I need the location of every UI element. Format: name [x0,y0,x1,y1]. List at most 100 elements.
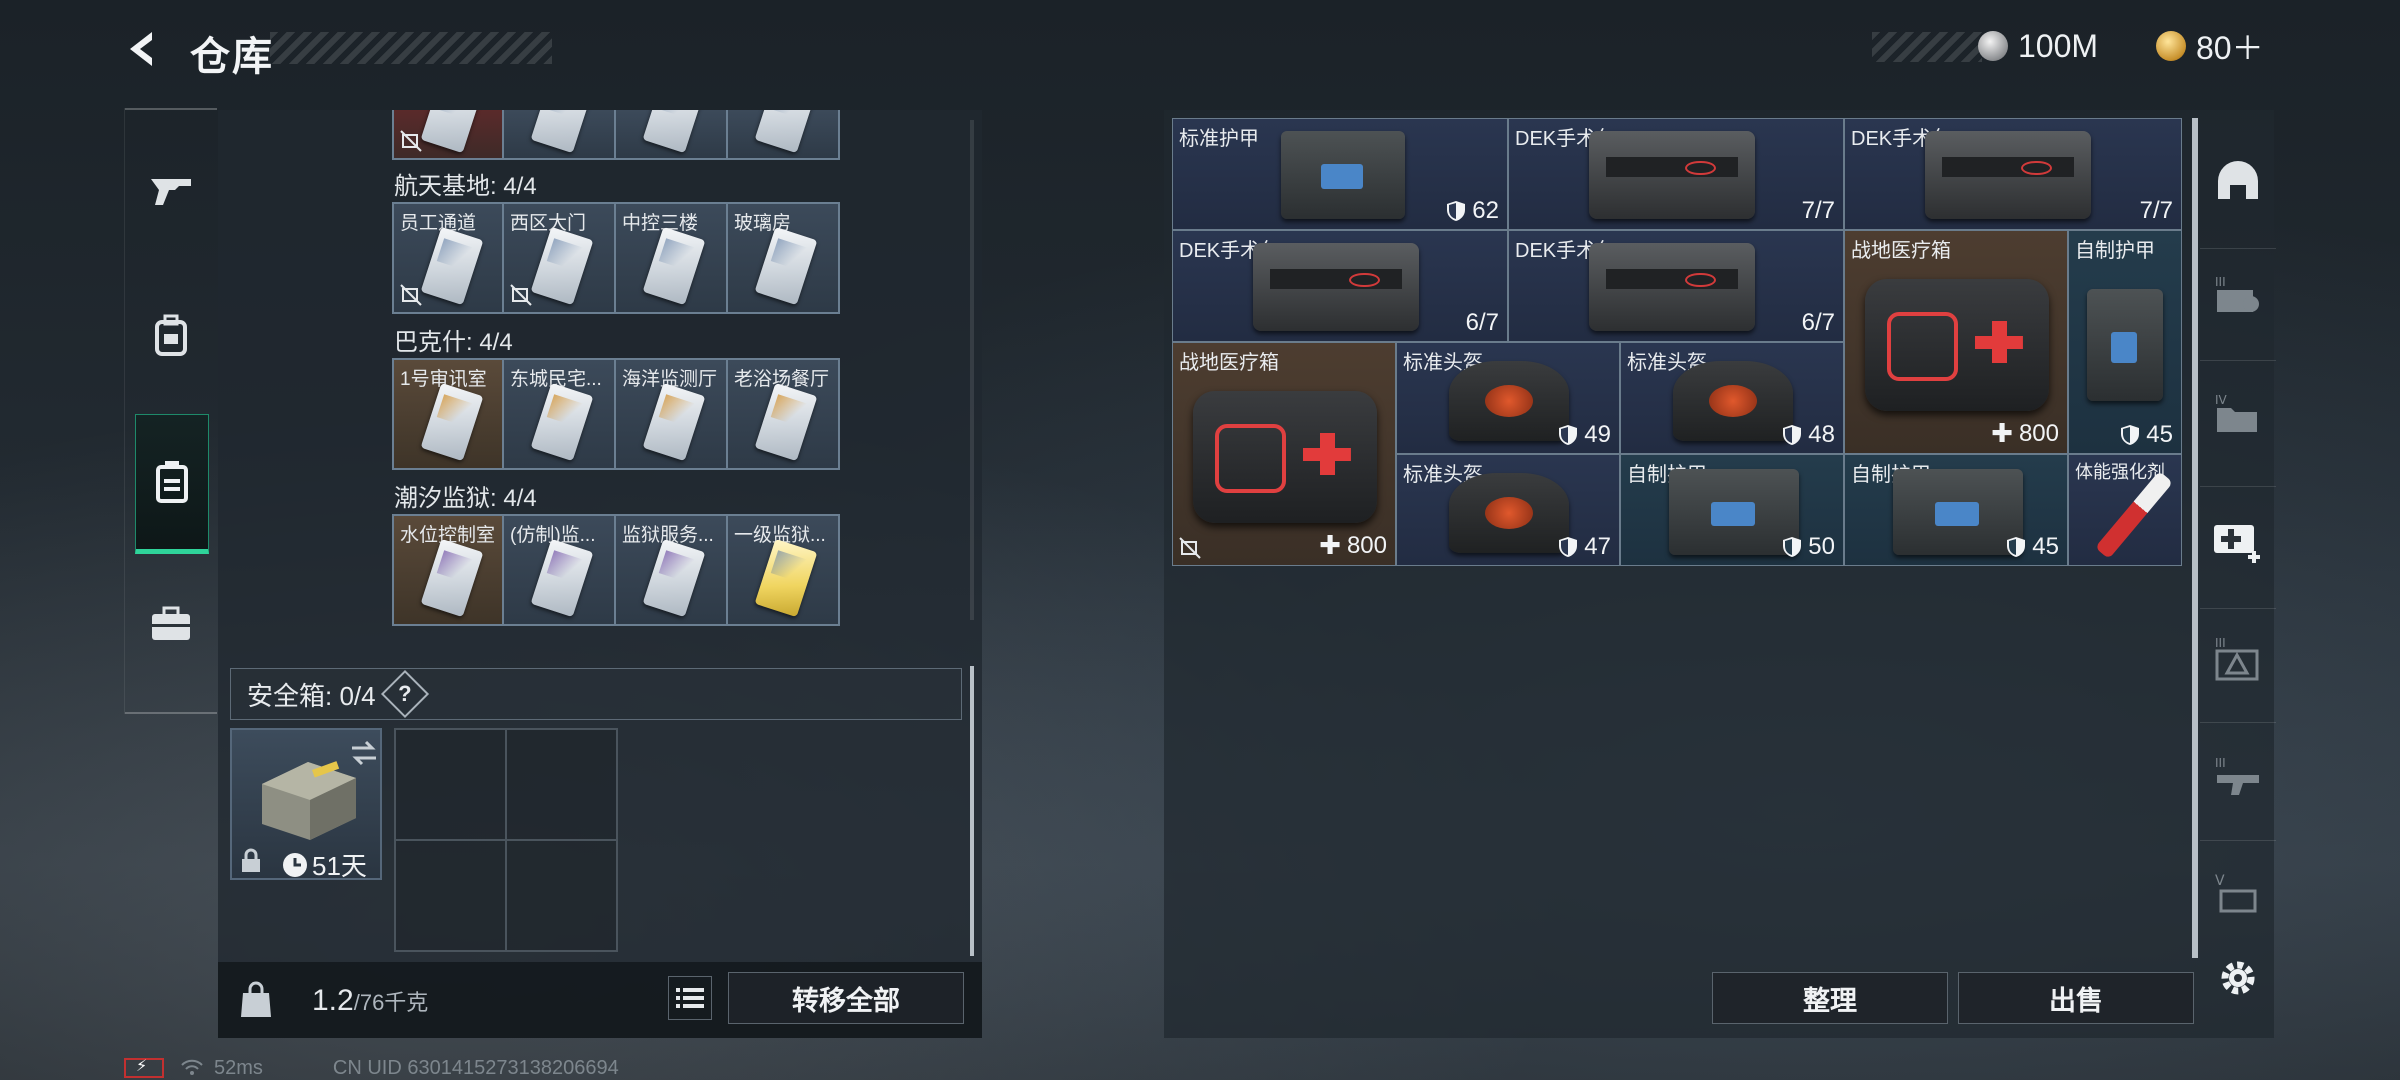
sort-button[interactable]: 整理 [1712,972,1948,1024]
nav-briefcase[interactable] [135,588,207,660]
list-view-button[interactable] [668,976,712,1020]
key-slot[interactable]: 监狱服务... [616,514,728,626]
keycard-image [530,538,594,618]
stash-item-homemade-armor[interactable]: 自制护甲 50 [1620,454,1844,566]
nav-backpack[interactable] [135,300,207,372]
durability-icon [1783,425,1802,445]
keycard-image [530,382,594,462]
back-button[interactable] [122,28,164,70]
safe-case-slot[interactable]: 51天 [230,728,382,881]
stash-item-dek-surgery-kit[interactable]: DEK手术包 7/7 [1508,118,1844,230]
wifi-icon [181,1059,203,1075]
key-slot[interactable] [392,110,504,160]
key-slot[interactable]: 玻璃房 [728,202,840,314]
key-slot[interactable]: 海洋监测厅 [616,358,728,470]
svg-text:III: III [2215,275,2226,289]
stash-item-standard-armor[interactable]: 标准护甲 62 [1172,118,1508,230]
helmet-category-icon [2218,161,2258,199]
safe-box-label: 安全箱: 0/4 [247,680,376,711]
keycard-image [420,382,484,462]
stash-item-homemade-armor[interactable]: 自制护甲 45 [2068,230,2182,454]
surgery-kit-image [1589,243,1755,331]
gold-currency: 80＋ [2156,26,2264,66]
region-title: 巴克什: 4/4 [394,329,513,356]
list-icon [676,988,704,1008]
swap-icon[interactable] [350,740,378,766]
heal-icon: ✚ [1991,418,2013,448]
item-durability: 45 [2120,421,2173,449]
transfer-all-button[interactable]: 转移全部 [728,972,964,1024]
backpack-weight-button[interactable] [230,972,282,1028]
help-button[interactable]: ? [380,669,429,719]
nav-weapons[interactable] [135,154,207,226]
category-tier-5[interactable]: V [2208,864,2268,924]
nav-divider [2200,486,2276,487]
key-slot[interactable] [616,110,728,160]
item-durability: 62 [1446,197,1499,225]
durability-icon [1559,425,1578,445]
stash-item-dek-surgery-kit[interactable]: DEK手术包 6/7 [1172,230,1508,342]
keycard-image [754,226,818,306]
stash-item-standard-helmet[interactable]: 标准头盔 49 [1396,342,1620,454]
category-triangle-3[interactable]: III [2208,628,2268,688]
sell-button[interactable]: 出售 [1958,972,2194,1024]
status-bar: 52ms CN UID 6301415273138206694 [124,1056,619,1080]
stash-item-stamina-booster[interactable]: 体能强化剂 [2068,454,2182,566]
category-armor-3[interactable]: III [2208,266,2268,326]
key-slot[interactable]: 一级监狱... [728,514,840,626]
stash-scrollbar-thumb[interactable] [2192,118,2198,958]
silver-currency: 100M [1978,26,2098,66]
stash-item-field-medical-box[interactable]: 战地医疗箱 ✚ 800 [1844,230,2068,454]
armor-image [1281,131,1405,219]
category-weapon-3[interactable]: III [2208,748,2268,808]
item-name: 战地医疗箱 [1179,352,1279,374]
item-value: 62 [1472,197,1499,224]
key-slot[interactable]: 中控三楼 [616,202,728,314]
keycard-case-icon [156,461,188,503]
item-heal-points: ✚ 800 [1319,530,1387,561]
stash-grid: 标准护甲 62 DEK手术包 7/7 DEK手术包 7/7 DEK手术包 6/7… [1172,118,2182,566]
carry-weight: 1.2/76千克 [312,984,428,1018]
armor-tier-3-icon: III [2215,275,2259,312]
scrollbar-thumb[interactable] [970,666,974,956]
stash-item-standard-helmet[interactable]: 标准头盔 48 [1620,342,1844,454]
durability-icon [2121,425,2140,445]
key-slot[interactable] [504,110,616,160]
settings-icon [2221,961,2255,995]
weight-max: /76千克 [353,990,429,1015]
stash-item-standard-helmet[interactable]: 标准头盔 47 [1396,454,1620,566]
keycard-image [642,382,706,462]
stash-item-dek-surgery-kit[interactable]: DEK手术包 6/7 [1508,230,1844,342]
key-slot[interactable]: 员工通道 [392,202,504,314]
stash-item-field-medical-box[interactable]: 战地医疗箱 ✚ 800 [1172,342,1396,566]
key-slot[interactable]: 1号审讯室 [392,358,504,470]
category-folder-4[interactable]: IV [2208,384,2268,444]
weight-bag-icon [241,981,271,1017]
scrollbar-track[interactable] [970,120,974,620]
key-slot[interactable]: 老浴场餐厅 [728,358,840,470]
stash-item-dek-surgery-kit[interactable]: DEK手术包 7/7 [1844,118,2182,230]
armor-image [2087,289,2163,401]
settings-button[interactable] [2208,948,2268,1008]
safe-empty-slots[interactable] [394,728,618,952]
category-medical[interactable] [2208,510,2268,570]
region-title: 潮汐监狱: 4/4 [394,485,537,512]
key-slot[interactable]: 东城民宅... [504,358,616,470]
stash-item-homemade-armor[interactable]: 自制护甲 45 [1844,454,2068,566]
key-slot[interactable]: 水位控制室 [392,514,504,626]
key-slot[interactable]: 西区大门 [504,202,616,314]
safe-case-remaining: 51天 [312,851,367,881]
safe-box-header: 安全箱: 0/4 ? [230,668,962,720]
medical-box-image [1865,279,2049,411]
category-helmet[interactable] [2208,150,2268,210]
item-uses: 7/7 [2139,197,2173,224]
helmet-image [1449,361,1569,441]
key-slot[interactable]: (仿制)监... [504,514,616,626]
triangle-tier-3-icon: III [2215,636,2259,681]
key-slot[interactable] [728,110,840,160]
nav-divider [2200,608,2276,609]
nav-keycard-case[interactable] [135,414,209,554]
keycard-image [754,110,818,154]
keycard-image [530,110,594,154]
item-name: 标准护甲 [1179,128,1259,150]
